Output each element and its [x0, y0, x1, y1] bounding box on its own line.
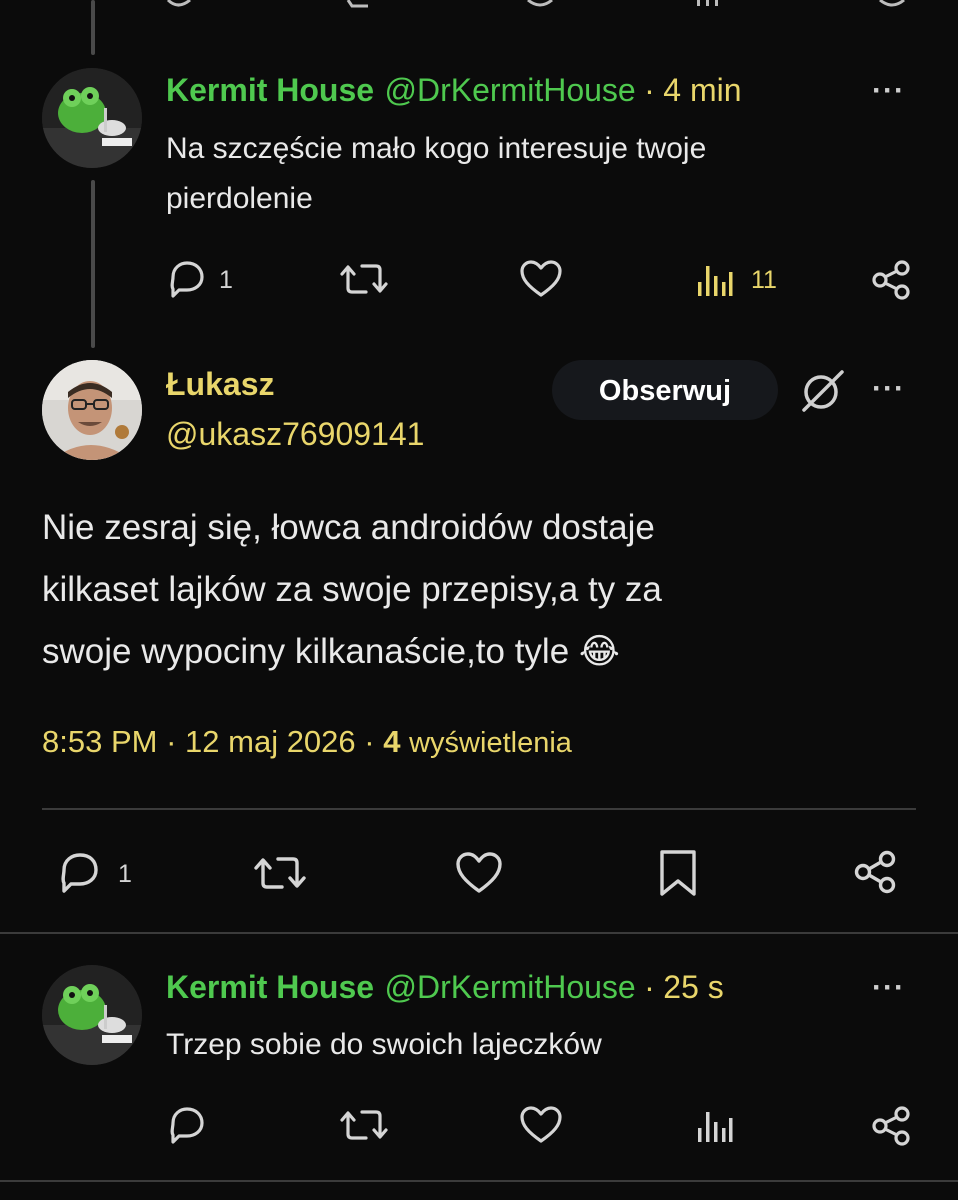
author-handle[interactable]: @DrKermitHouse	[385, 72, 636, 108]
separator: ·	[644, 969, 655, 1005]
thread-line	[91, 180, 95, 348]
tweet-text-line: pierdolenie	[166, 182, 313, 215]
reply-count: 1	[219, 266, 233, 294]
tweet-text-line: Na szczęście mało kogo interesuje twoje	[166, 132, 707, 165]
separator: ·	[644, 72, 655, 108]
tweet-text-line: swoje wypociny kilkanaście,to tyle 😂	[42, 632, 620, 671]
tweet-text-line: Nie zesraj się, łowca androidów dostaje	[42, 508, 655, 547]
grok-icon[interactable]	[800, 367, 846, 418]
avatar[interactable]	[42, 68, 142, 168]
retweet-icon[interactable]	[338, 1104, 390, 1151]
retweet-icon[interactable]	[252, 850, 308, 901]
retweet-icon[interactable]	[338, 258, 390, 305]
views-label: wyświetlenia	[409, 727, 572, 759]
divider	[42, 808, 916, 810]
tweet-date[interactable]: 12 maj 2026	[185, 724, 356, 759]
divider	[0, 932, 958, 934]
like-icon[interactable]	[454, 850, 504, 901]
like-icon[interactable]	[518, 258, 564, 305]
divider	[0, 1180, 958, 1182]
previous-tweet-actions	[0, 0, 958, 14]
tweet-time[interactable]: 8:53 PM	[42, 724, 157, 759]
author-handle[interactable]: @ukasz76909141	[166, 416, 424, 453]
avatar[interactable]	[42, 360, 142, 460]
share-icon[interactable]	[870, 1104, 914, 1153]
follow-button[interactable]: Obserwuj	[552, 360, 778, 420]
views-icon[interactable]	[696, 262, 736, 303]
author-handle[interactable]: @DrKermitHouse	[385, 969, 636, 1005]
reply-icon[interactable]	[165, 1105, 209, 1150]
views-count: 11	[751, 266, 777, 294]
thread-line	[91, 0, 95, 55]
share-icon[interactable]	[852, 848, 900, 901]
more-options-button[interactable]: ···	[872, 372, 905, 406]
more-options-button[interactable]: ···	[872, 971, 905, 1005]
views-count: 4	[383, 724, 401, 759]
more-options-button[interactable]: ···	[872, 74, 905, 108]
reply-icon[interactable]	[165, 259, 209, 304]
tweet-text-line: kilkaset lajków za swoje przepisy,a ty z…	[42, 570, 662, 609]
bookmark-icon[interactable]	[656, 848, 700, 903]
tweet-text: Trzep sobie do swoich lajeczków	[166, 1028, 602, 1061]
avatar[interactable]	[42, 965, 142, 1065]
views-icon[interactable]	[696, 1108, 736, 1149]
separator: ·	[166, 724, 177, 759]
reply-icon[interactable]	[56, 850, 104, 899]
author-name[interactable]: Łukasz	[166, 366, 274, 403]
share-icon[interactable]	[870, 258, 914, 307]
like-icon[interactable]	[518, 1104, 564, 1151]
separator: ·	[364, 724, 375, 759]
timestamp[interactable]: 4 min	[663, 72, 741, 108]
author-name[interactable]: Kermit House	[166, 72, 374, 108]
reply-count: 1	[118, 860, 132, 888]
author-name[interactable]: Kermit House	[166, 969, 374, 1005]
timestamp[interactable]: 25 s	[663, 969, 723, 1005]
